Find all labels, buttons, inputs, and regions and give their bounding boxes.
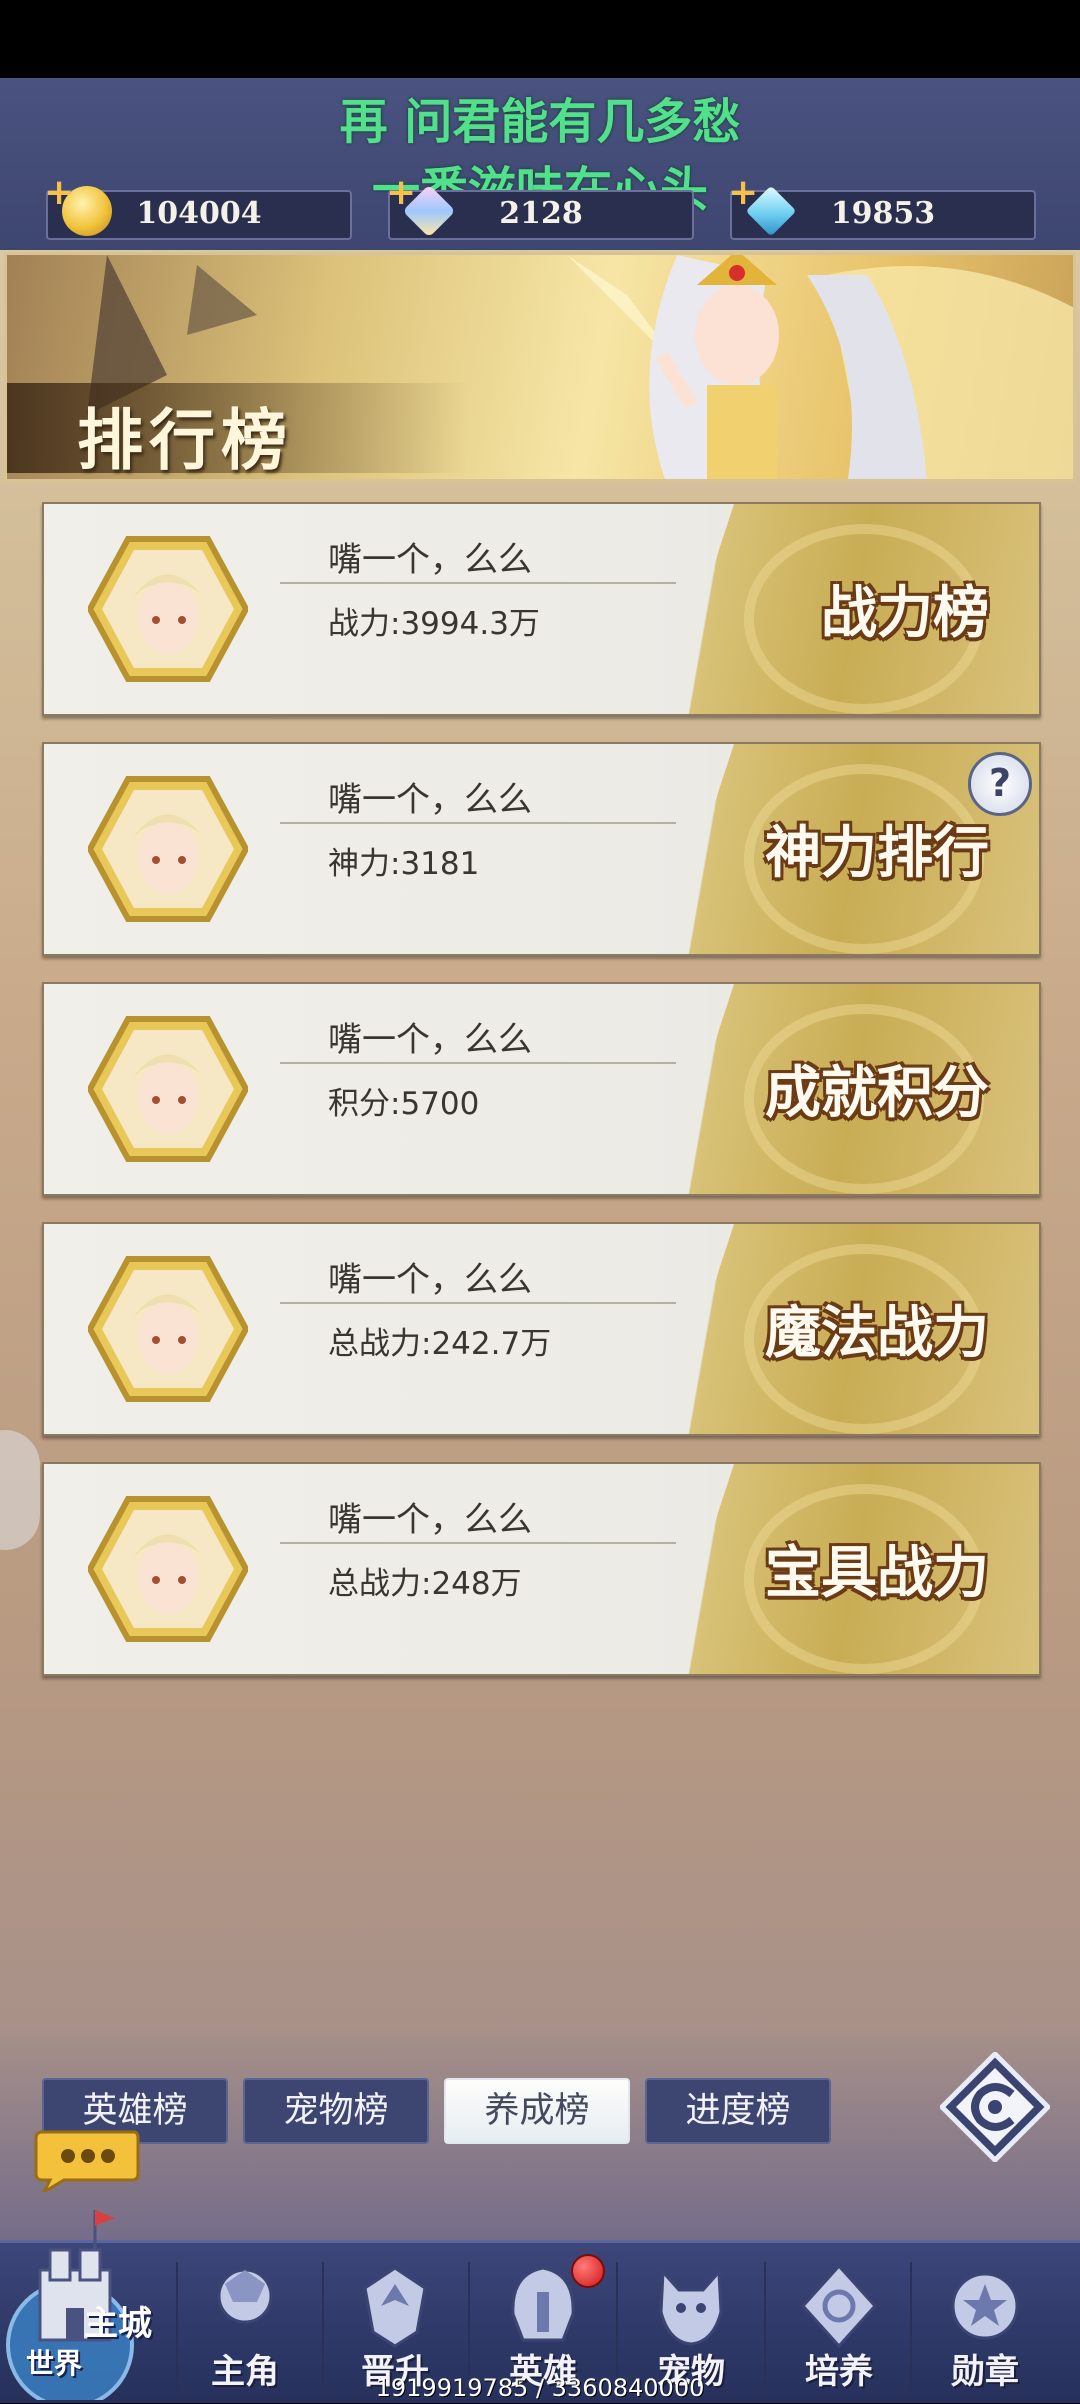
tab-pet-ranking[interactable]: 宠物榜 [243, 2078, 429, 2144]
diamond-value: 19853 [830, 196, 936, 231]
diamond-resource[interactable]: + 19853 [728, 172, 1036, 240]
hero-profile-icon [217, 2268, 273, 2324]
notification-badge [571, 2254, 605, 2288]
page-title: 排行榜 [77, 402, 293, 479]
training-icon [800, 2263, 878, 2349]
ranking-card-achievement[interactable]: 嘴一个，么么 积分:5700 成就积分 [42, 982, 1041, 1196]
gold-value: 104004 [136, 196, 262, 231]
ranking-category-label: 宝具战力 [765, 1541, 989, 1606]
ranking-category-label: 战力榜 [821, 581, 989, 646]
player-avatar [88, 1256, 248, 1402]
gold-resource[interactable]: + 104004 [44, 172, 352, 240]
ranking-category-label: 神力排行 [765, 821, 989, 886]
scrolling-notice-line-1: 再 问君能有几多愁 [339, 94, 741, 150]
nav-separator [910, 2262, 912, 2392]
player-name: 嘴一个，么么 [328, 1260, 532, 1300]
gem-value: 2128 [499, 196, 583, 231]
player-stat: 战力:3994.3万 [328, 606, 540, 642]
player-name: 嘴一个，么么 [328, 540, 532, 580]
player-stat: 积分:5700 [328, 1086, 480, 1122]
medal-icon [951, 2272, 1019, 2340]
tab-growth-ranking[interactable]: 养成榜 [444, 2078, 630, 2144]
tab-progress-ranking[interactable]: 进度榜 [645, 2078, 831, 2144]
divider [280, 1062, 676, 1064]
help-button[interactable]: ? [968, 752, 1032, 816]
goddess-illustration [567, 255, 1073, 479]
account-id-footer: 1919919785 / 3360840000 [375, 2374, 705, 2402]
divider [280, 822, 676, 824]
close-menu-icon[interactable] [940, 2052, 1050, 2162]
side-drawer-handle[interactable] [0, 1430, 40, 1550]
main-city-label: 主城 [84, 2304, 152, 2344]
nav-separator [764, 2262, 766, 2392]
ranking-category-label: 成就积分 [765, 1061, 989, 1126]
chat-bubble-icon[interactable] [34, 2126, 140, 2192]
ranking-banner: 排行榜 [4, 252, 1076, 482]
player-avatar [88, 1496, 248, 1642]
player-stat: 总战力:242.7万 [328, 1326, 552, 1362]
divider [280, 1302, 676, 1304]
nav-separator [468, 2262, 470, 2392]
ranking-card-magic-power[interactable]: 嘴一个，么么 总战力:242.7万 魔法战力 [42, 1222, 1041, 1436]
nav-separator [322, 2262, 324, 2392]
ranking-category-label: 魔法战力 [765, 1301, 989, 1366]
player-stat: 总战力:248万 [328, 1566, 522, 1602]
top-header: 再 问君能有几多愁 一番滋味在心头 + 104004 + 2128 + 1985… [0, 78, 1080, 253]
ranking-card-divine-power[interactable]: 嘴一个，么么 神力:3181 神力排行 [42, 742, 1041, 956]
player-name: 嘴一个，么么 [328, 1020, 532, 1060]
divider [280, 1542, 676, 1544]
pet-icon [659, 2268, 723, 2346]
player-avatar [88, 776, 248, 922]
nav-separator [176, 2262, 178, 2392]
gem-resource[interactable]: + 2128 [386, 172, 694, 240]
nav-separator [616, 2262, 618, 2392]
player-stat: 神力:3181 [328, 846, 480, 882]
ranking-card-power[interactable]: 嘴一个，么么 战力:3994.3万 战力榜 [42, 502, 1041, 716]
status-bar [0, 0, 1080, 78]
divider [280, 582, 676, 584]
player-avatar [88, 536, 248, 682]
player-avatar [88, 1016, 248, 1162]
promotion-icon [363, 2266, 427, 2348]
ranking-card-treasure-power[interactable]: 嘴一个，么么 总战力:248万 宝具战力 [42, 1462, 1041, 1676]
player-name: 嘴一个，么么 [328, 1500, 532, 1540]
player-name: 嘴一个，么么 [328, 780, 532, 820]
